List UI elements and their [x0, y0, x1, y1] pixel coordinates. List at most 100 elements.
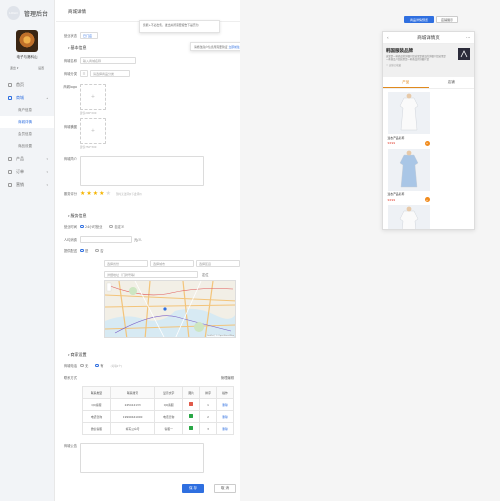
rating-label: 服务评分 — [63, 192, 77, 196]
preview-detail-button[interactable]: 商品详情预览 — [404, 16, 434, 23]
sidebar-item-product[interactable]: 产品 ▾ — [0, 152, 54, 165]
home-icon — [8, 82, 12, 87]
tab-products[interactable]: 产品 — [383, 77, 429, 88]
delete-link[interactable]: 删除 — [216, 398, 234, 411]
contact-table-label: 联系方式 — [63, 376, 77, 380]
preview-shop-button[interactable]: 店铺展示 — [436, 16, 458, 23]
capacity-input[interactable] — [80, 236, 132, 243]
cover-upload[interactable]: + — [80, 118, 106, 144]
delete-link[interactable]: 删除 — [216, 422, 234, 435]
city-select[interactable]: 选择城市 — [150, 260, 194, 267]
sidebar-item-shop[interactable]: 商城 ▴ — [0, 91, 54, 104]
contact-type-cell[interactable]: 微信客服 — [82, 422, 111, 435]
rating-star-icon[interactable]: ★ — [99, 190, 104, 197]
rating-star-icon[interactable]: ★ — [80, 190, 85, 197]
product-card[interactable]: 连衣产品名称 ¥299 + — [387, 148, 430, 202]
save-button[interactable]: 保 存 — [182, 484, 204, 493]
contact-type-cell[interactable]: 电话咨询 — [82, 410, 111, 423]
rating-row: 服务评分 ★★★★★ 暂时无法评价下此评价 — [56, 190, 240, 197]
status-select[interactable]: 已门店 — [80, 32, 98, 39]
contact-account-cell[interactable]: 填写公众号 — [109, 422, 156, 435]
rating-star-icon[interactable]: ★ — [93, 190, 98, 197]
logo-upload[interactable]: + — [80, 84, 106, 110]
product-image — [387, 205, 430, 229]
contact-show-cell[interactable]: QQ客服 — [154, 398, 184, 411]
address-detail-input[interactable]: 详细地址（门牌号等） — [104, 271, 198, 278]
capacity-unit: 元/人 — [134, 238, 142, 242]
contact-table-header-row: 联系方式 管理编辑 — [56, 375, 240, 380]
product-card[interactable]: 连衣产品名称 ¥299 + — [387, 92, 430, 146]
contact-channel-icon[interactable] — [189, 426, 193, 430]
delivery-no-radio[interactable]: 否 — [95, 248, 104, 253]
delivery-label: 提供配送 — [63, 249, 77, 253]
sidebar-item-order[interactable]: 订单 ▾ — [0, 165, 54, 178]
tab-shop[interactable]: 店铺 — [429, 77, 475, 88]
contact-account-cell[interactable]: 245412133 — [109, 398, 156, 411]
rating-star-icon[interactable]: ★ — [86, 190, 91, 197]
product-icon — [8, 156, 12, 161]
more-icon[interactable]: ··· — [466, 35, 470, 40]
radio-label: 无 — [85, 364, 89, 368]
delivery-yes-radio[interactable]: 是 — [80, 248, 88, 253]
contact-sort-cell[interactable]: 2 — [199, 410, 218, 423]
logout-link[interactable]: 退出 ▾ — [10, 66, 18, 70]
system-title: 管理后台 — [23, 10, 48, 18]
rating-star-icon[interactable]: ★ — [106, 190, 111, 197]
sidebar-item-label: 营销 — [16, 181, 24, 187]
map-attribution: Leaflet | © OpenStreetMap — [206, 335, 234, 337]
contact-channel-icon[interactable] — [189, 414, 193, 418]
contact-account-cell[interactable]: 19999441000 — [109, 410, 156, 423]
capacity-row: 人均消费 元/人 — [56, 236, 240, 243]
sidebar-subitem-members[interactable]: 会员信息 — [0, 128, 54, 140]
sidebar-subitem-product-settings[interactable]: 商品设置 — [0, 140, 54, 152]
intro-textarea[interactable] — [80, 156, 204, 186]
location-map[interactable]: Leaflet | © OpenStreetMap — [104, 280, 236, 338]
column-header: 显示文字 — [154, 386, 184, 399]
sidebar-subitem-shop-detail[interactable]: 商城详情 — [0, 116, 54, 128]
logo-row-field: 商城logo + 建议200*200 — [56, 84, 240, 115]
hours-24h-radio[interactable]: 24小时营业 — [80, 224, 102, 229]
cart-icon[interactable]: + — [424, 140, 430, 146]
cancel-button[interactable]: 取 消 — [214, 484, 236, 493]
district-select[interactable]: 选择区县 — [196, 260, 240, 267]
shop-icon — [8, 95, 12, 100]
notice-label: 商城公告 — [63, 444, 77, 448]
table-row: 微信客服 填写公众号 客服一 3 删除 — [82, 422, 234, 435]
contact-has-radio[interactable]: 有 — [95, 363, 104, 368]
contact-sort-cell[interactable]: 1 — [199, 398, 218, 411]
hours-custom-radio[interactable]: 自定义 — [109, 224, 124, 229]
settings-link[interactable]: 设置 — [38, 66, 44, 70]
product-card[interactable] — [387, 205, 430, 229]
shop-name-input[interactable]: 输入商城名称 — [80, 57, 136, 64]
contact-none-radio[interactable]: 无 — [80, 363, 88, 368]
sidebar-subitem-merchant[interactable]: 商户信息 — [0, 104, 54, 116]
brand-logo — [458, 48, 470, 60]
notice-textarea[interactable] — [80, 443, 204, 473]
banner-desc: 这里是一些商品的详细介绍这里是商品的详细介绍这里是一些商品介绍这里是一些商品的详… — [386, 55, 446, 61]
locate-button[interactable]: 定位 — [202, 272, 209, 277]
contact-type-cell[interactable]: QQ客服 — [82, 398, 111, 411]
sidebar-item-marketing[interactable]: 营销 ▾ — [0, 178, 54, 191]
province-select[interactable]: 选择省份 — [104, 260, 148, 267]
phone-title: 商城详情页 — [417, 35, 440, 41]
radio-label: 有 — [100, 364, 104, 368]
cart-icon[interactable]: + — [424, 197, 430, 202]
avatar[interactable] — [16, 30, 38, 52]
sidebar-item-home[interactable]: 首页 — [0, 78, 54, 91]
phone-header: ‹ 商城详情页 ··· — [383, 32, 474, 44]
contact-show-cell[interactable]: 电话咨询 — [154, 410, 184, 423]
manage-button[interactable]: 管理编辑 — [221, 375, 234, 380]
contact-sort-cell[interactable]: 3 — [199, 422, 218, 435]
column-header: 联系类型 — [82, 386, 111, 399]
rating-stars[interactable]: ★★★★★ — [80, 190, 112, 197]
section-service-title: 服务信息 — [68, 213, 86, 219]
contact-show-cell[interactable]: 客服一 — [154, 422, 184, 435]
type-select[interactable]: 请选择商品分类 — [90, 70, 130, 77]
delete-link[interactable]: 删除 — [216, 410, 234, 423]
contact-label: 商城电话 — [63, 364, 77, 368]
content-gap — [240, 0, 360, 501]
contact-hint: (可填1个) — [110, 364, 123, 368]
contact-channel-icon[interactable] — [189, 402, 193, 406]
goto-link[interactable]: 立即前往 — [228, 45, 239, 49]
back-icon[interactable]: ‹ — [387, 35, 389, 40]
